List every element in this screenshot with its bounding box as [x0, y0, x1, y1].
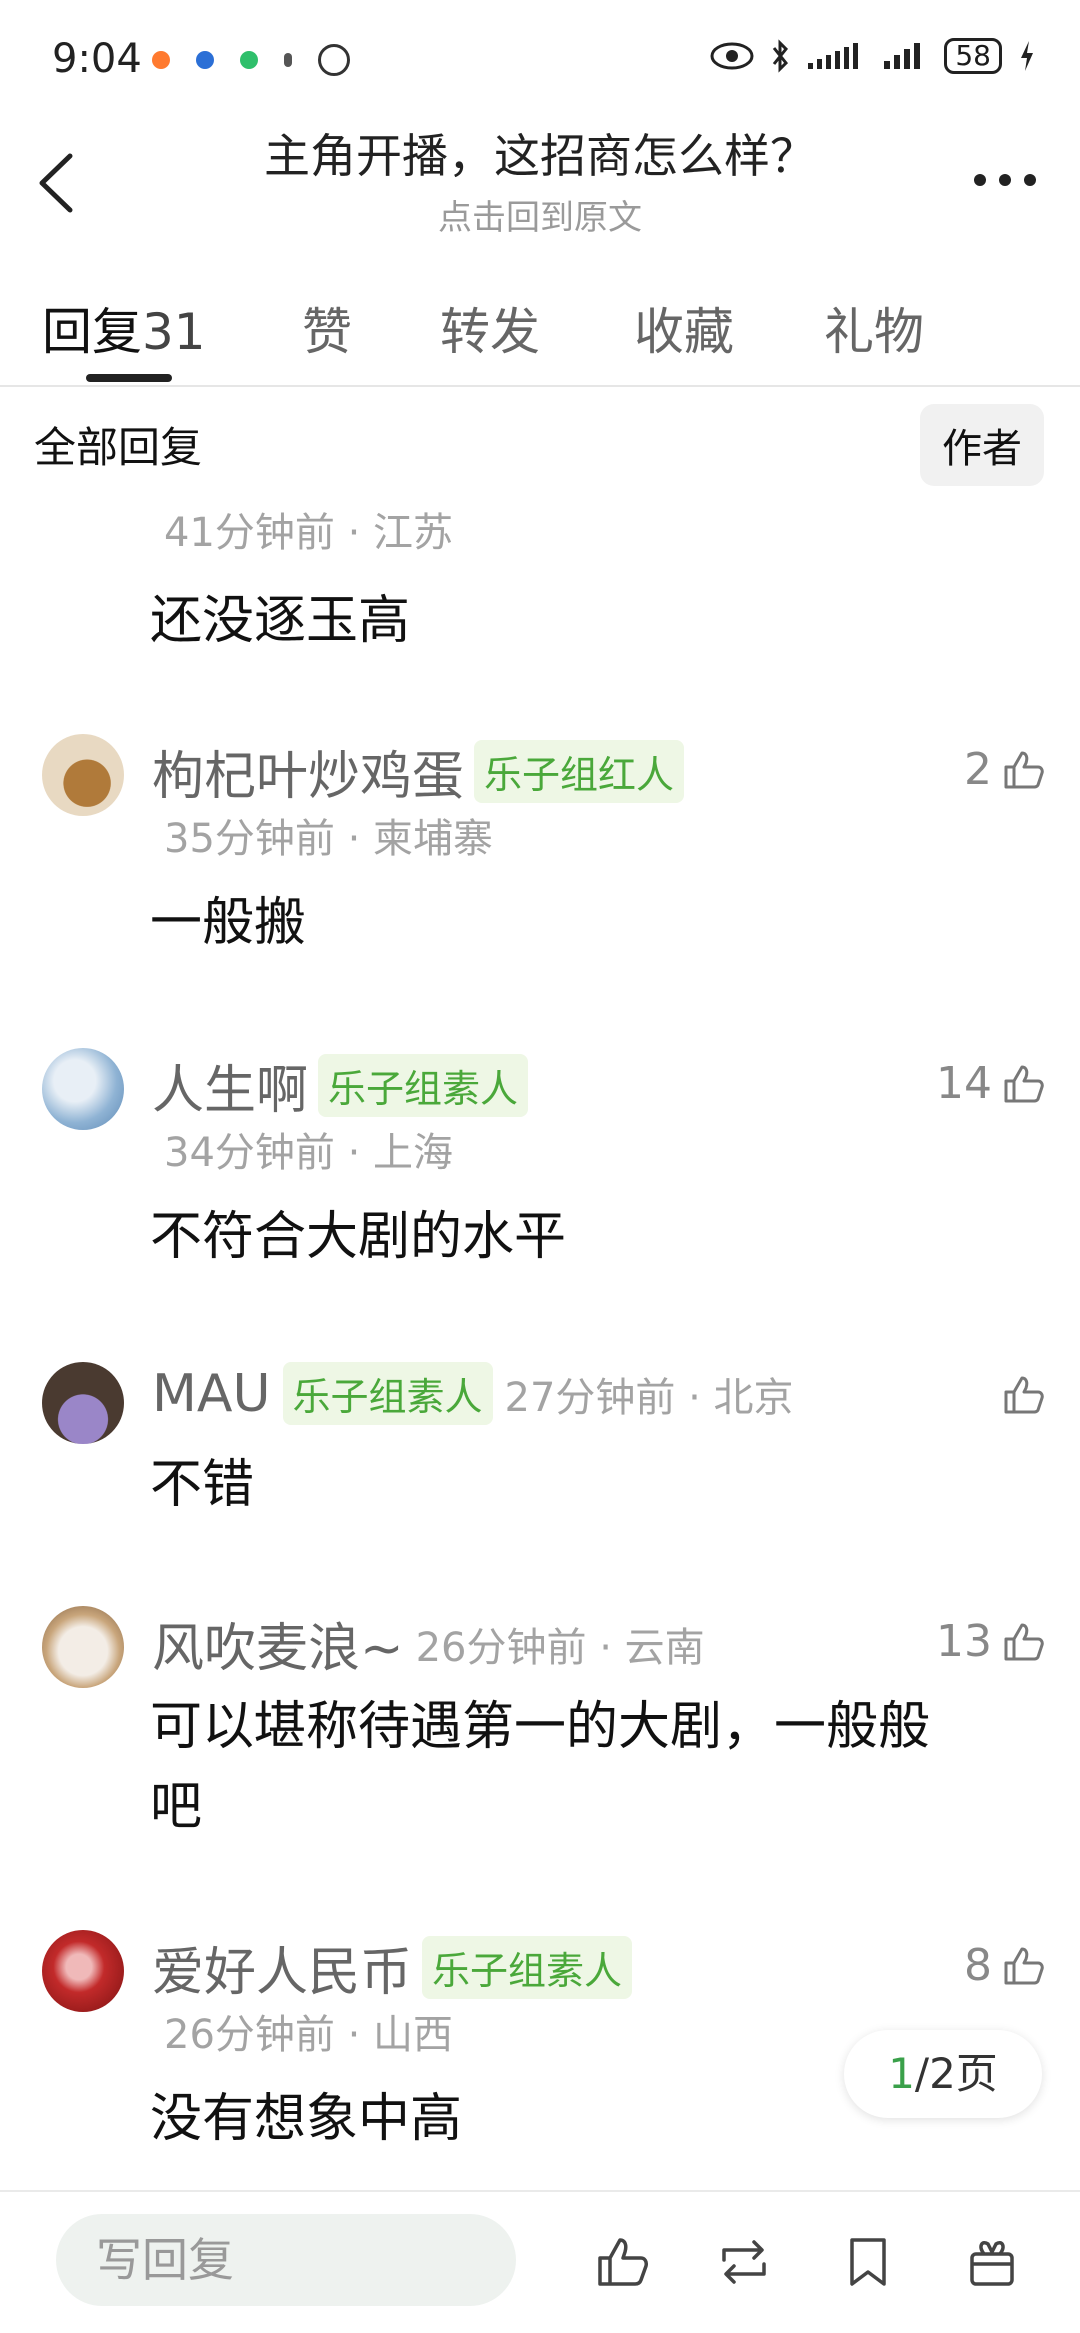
- like-count: 13: [936, 1616, 992, 1667]
- username[interactable]: 爱好人民币: [152, 1930, 412, 2005]
- signal-icon-2: [884, 43, 921, 69]
- thumbs-up-icon: [1004, 1623, 1044, 1660]
- tab-favorites[interactable]: 收藏: [634, 292, 734, 364]
- clock: 9:04: [52, 36, 142, 82]
- reply-meta: 26分钟前 · 云南: [415, 1624, 705, 1671]
- page-title[interactable]: 主角开播，这招商怎么样？: [0, 120, 1080, 186]
- reply-list[interactable]: 41分钟前 · 江苏 还没逐玉高 枸杞叶炒鸡蛋 乐子组红人 2 35分钟前 · …: [0, 490, 1080, 2190]
- tab-replies[interactable]: 回复31: [42, 292, 206, 364]
- active-tab-indicator: [86, 374, 172, 382]
- current-page: 1: [888, 2049, 915, 2098]
- page-indicator[interactable]: 1/2页: [844, 2030, 1042, 2118]
- avatar[interactable]: [42, 1930, 124, 2012]
- like-button[interactable]: 14: [936, 1058, 1046, 1109]
- status-badge: 乐子组红人: [474, 740, 685, 803]
- notification-icons: [152, 44, 350, 76]
- reply-input[interactable]: 写回复: [56, 2214, 516, 2306]
- thumbs-up-icon: [1004, 1947, 1044, 1984]
- reply-text[interactable]: 不符合大剧的水平: [150, 1194, 566, 1269]
- tab-likes[interactable]: 赞: [302, 292, 352, 364]
- all-replies-filter[interactable]: 全部回复: [34, 414, 202, 475]
- status-bar: 9:04 58: [0, 0, 1080, 120]
- like-button[interactable]: 2: [964, 744, 1046, 795]
- weibo-icon: [152, 51, 170, 69]
- username[interactable]: 枸杞叶炒鸡蛋: [152, 734, 464, 809]
- avatar[interactable]: [42, 734, 124, 816]
- app-icon: [240, 51, 258, 69]
- avatar[interactable]: [42, 1048, 124, 1130]
- avatar[interactable]: [42, 1606, 124, 1688]
- reply-meta: 26分钟前 · 山西: [164, 2012, 454, 2058]
- username[interactable]: 人生啊: [152, 1048, 308, 1123]
- bookmark-icon[interactable]: [838, 2232, 898, 2292]
- thumbs-up-icon: [1004, 1376, 1044, 1414]
- like-button[interactable]: [1000, 1372, 1046, 1418]
- like-icon[interactable]: [592, 2232, 652, 2292]
- reply-meta: 35分钟前 · 柬埔寨: [164, 816, 494, 862]
- status-badge: 乐子组素人: [282, 1362, 493, 1425]
- status-badge: 乐子组素人: [422, 1936, 633, 1999]
- status-badge: 乐子组素人: [318, 1054, 529, 1117]
- system-icons: 58: [710, 38, 1036, 74]
- username[interactable]: 风吹麦浪~: [152, 1606, 404, 1681]
- charging-icon: [1021, 41, 1033, 71]
- tab-gifts[interactable]: 礼物: [824, 292, 924, 364]
- username[interactable]: MAU: [152, 1364, 271, 1424]
- reply-meta: 41分钟前 · 江苏: [164, 510, 454, 556]
- gift-icon[interactable]: [962, 2232, 1022, 2292]
- tab-replies-label: 回复: [42, 303, 142, 361]
- bottom-action-bar: 写回复: [0, 2190, 1080, 2333]
- back-to-original-link[interactable]: 点击回到原文: [0, 190, 1080, 239]
- reply-text[interactable]: 可以堪称待遇第一的大剧，一般般: [150, 1684, 930, 1759]
- like-count: 8: [964, 1940, 992, 1991]
- app-icon: [284, 53, 292, 67]
- like-count: 2: [964, 744, 992, 795]
- filter-bar: 全部回复 作者: [0, 400, 1080, 486]
- reply-text[interactable]: 不错: [150, 1442, 254, 1517]
- reply-text-continued[interactable]: 吧: [150, 1764, 202, 1839]
- reply-text[interactable]: 没有想象中高: [150, 2076, 462, 2151]
- tab-bar: 回复31 赞 转发 收藏 礼物: [0, 270, 1080, 387]
- thumbs-up-icon: [1004, 1065, 1044, 1102]
- like-button[interactable]: 8: [964, 1940, 1046, 1991]
- total-pages: /2页: [914, 2049, 998, 2098]
- reply-text[interactable]: 还没逐玉高: [150, 578, 410, 653]
- timer-icon: [318, 44, 350, 76]
- reply-text[interactable]: 一般搬: [150, 880, 306, 955]
- more-icon[interactable]: [970, 160, 1040, 200]
- avatar[interactable]: [42, 1362, 124, 1444]
- like-count: 14: [936, 1058, 992, 1109]
- app-icon: [196, 51, 214, 69]
- bluetooth-icon: [773, 39, 789, 73]
- like-button[interactable]: 13: [936, 1616, 1046, 1667]
- battery-level: 58: [944, 38, 1002, 74]
- header: 主角开播，这招商怎么样？ 点击回到原文: [0, 120, 1080, 250]
- thumbs-up-icon: [1004, 751, 1044, 788]
- reply-meta: 34分钟前 · 上海: [164, 1130, 454, 1176]
- author-only-button[interactable]: 作者: [920, 404, 1044, 486]
- reply-meta: 27分钟前 · 北京: [504, 1374, 794, 1421]
- signal-icon: [808, 43, 859, 69]
- tab-forwards[interactable]: 转发: [440, 292, 540, 364]
- eye-icon: [710, 42, 754, 70]
- repost-icon[interactable]: [714, 2232, 774, 2292]
- tab-replies-count: 31: [142, 303, 206, 361]
